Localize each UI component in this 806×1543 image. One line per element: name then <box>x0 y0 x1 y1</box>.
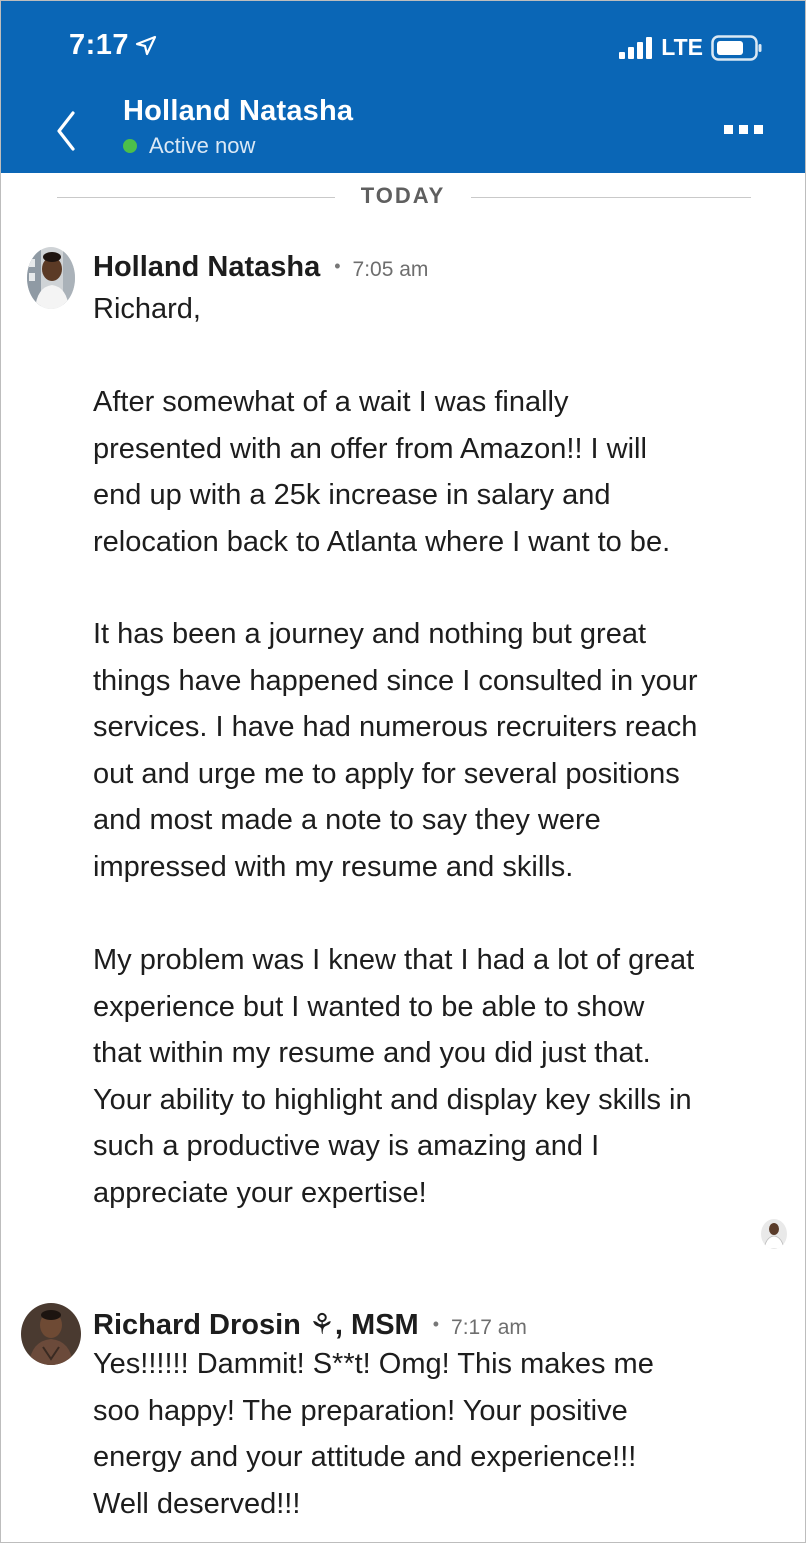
avatar[interactable] <box>21 1303 81 1365</box>
message-header: Richard Drosin ⚘, MSM • 7:17 am <box>93 1307 527 1342</box>
message-time: 7:17 am <box>451 1316 527 1339</box>
message-item: Richard Drosin ⚘, MSM • 7:17 am Yes!!!!!… <box>1 1 805 1542</box>
richard-avatar-photo <box>21 1303 81 1365</box>
sender-name[interactable]: Richard Drosin ⚘, MSM <box>93 1307 419 1342</box>
separator-dot: • <box>432 1314 440 1334</box>
messaging-screen: 7:17 LTE Holland Natasha Active now TODA… <box>0 0 806 1543</box>
message-paragraph: Yes!!!!!! Dammit! S**t! Omg! This makes … <box>93 1348 654 1520</box>
